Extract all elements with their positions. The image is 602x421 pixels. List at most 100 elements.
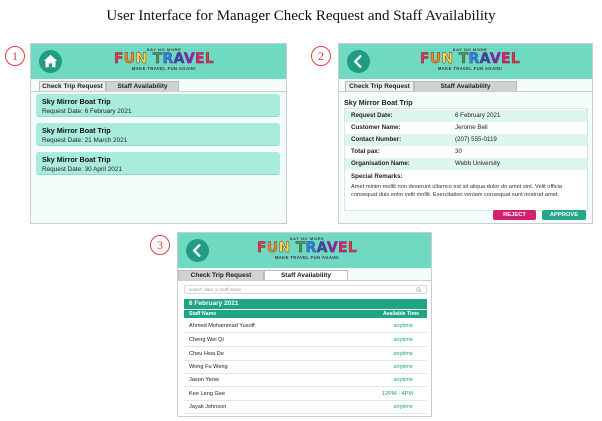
logo-letter: N	[441, 51, 454, 67]
request-card[interactable]: Sky Mirror Boat Trip Request Date: 21 Ma…	[36, 123, 280, 146]
logo-letter: L	[510, 51, 521, 67]
table-row[interactable]: Wong Fu Weng anytime	[184, 361, 427, 374]
column-header-available-time: Available Time	[382, 311, 419, 317]
available-time: 12PM - 4PM	[381, 391, 413, 397]
tab-divider	[339, 91, 592, 92]
detail-value: Jerome Bell	[455, 124, 488, 131]
logo-letter: U	[266, 240, 279, 256]
fun-travel-logo: SAY NO MORE FUN TRAVEL MAKE TRAVEL FUN A…	[415, 47, 525, 71]
request-card[interactable]: Sky Mirror Boat Trip Request Date: 30 Ap…	[36, 152, 280, 175]
detail-row: Contact Number: (207) 555-0119	[345, 134, 587, 146]
screen-number-marker: 3	[150, 235, 170, 255]
logo-wordmark: FUN TRAVEL	[415, 52, 525, 66]
document-title: User Interface for Manager Check Request…	[106, 8, 496, 24]
available-time: anytime	[393, 404, 413, 410]
special-remarks-text: Amet minim mollit non deserunt ullamco e…	[351, 184, 563, 198]
logo-letter: R	[162, 51, 174, 67]
request-card[interactable]: Sky Mirror Boat Trip Request Date: 6 Feb…	[36, 94, 280, 117]
table-header: Staff Name Available Time	[184, 310, 427, 318]
available-time: anytime	[393, 377, 413, 383]
staff-name: Cheu Hwa De	[189, 351, 224, 357]
logo-letter: L	[347, 240, 358, 256]
detail-label: Total pax:	[351, 148, 380, 155]
column-header-staff-name: Staff Name	[189, 311, 217, 317]
tab-divider	[31, 91, 286, 92]
reject-button[interactable]: REJECT	[493, 210, 536, 220]
staff-name: Wong Fu Weng	[189, 364, 228, 370]
screen-number-marker: 1	[5, 46, 25, 66]
table-row[interactable]: Ahmed Mohammad Yusoff anytime	[184, 320, 427, 333]
logo-letter: V	[489, 51, 501, 67]
logo-letter: N	[278, 240, 291, 256]
app-header: SAY NO MORE FUN TRAVEL MAKE TRAVEL FUN A…	[178, 233, 431, 268]
logo-letter: U	[123, 51, 136, 67]
detail-value: (207) 555-0119	[455, 136, 497, 143]
detail-row: Customer Name: Jerome Bell	[345, 122, 587, 134]
home-button[interactable]	[39, 50, 62, 73]
staff-name: Jayati Johnson	[189, 404, 227, 410]
logo-letter: F	[256, 240, 267, 256]
screen-3-staff-availability: SAY NO MORE FUN TRAVEL MAKE TRAVEL FUN A…	[177, 232, 432, 417]
request-title: Sky Mirror Boat Trip	[42, 97, 111, 106]
detail-row: Total pax: 30	[345, 146, 587, 158]
request-title: Sky Mirror Boat Trip	[42, 126, 111, 135]
screen-1-check-trip-list: SAY NO MORE FUN TRAVEL MAKE TRAVEL FUN A…	[30, 43, 287, 224]
logo-letter: E	[500, 51, 511, 67]
table-row[interactable]: Kee Leng Gee 12PM - 4PM	[184, 388, 427, 401]
logo-letter: E	[337, 240, 348, 256]
request-date: Request Date: 21 March 2021	[42, 137, 128, 144]
app-header: SAY NO MORE FUN TRAVEL MAKE TRAVEL FUN A…	[31, 44, 286, 79]
logo-letter: F	[419, 51, 430, 67]
request-title: Sky Mirror Boat Trip	[42, 155, 111, 164]
available-time: anytime	[393, 337, 413, 343]
trip-title: Sky Mirror Boat Trip	[344, 98, 413, 107]
logo-letter: A	[479, 51, 490, 67]
back-arrow-icon	[353, 55, 362, 68]
app-header: SAY NO MORE FUN TRAVEL MAKE TRAVEL FUN A…	[339, 44, 592, 79]
fun-travel-logo: SAY NO MORE FUN TRAVEL MAKE TRAVEL FUN A…	[252, 236, 362, 260]
logo-letter: A	[316, 240, 327, 256]
detail-label: Contact Number:	[351, 136, 402, 143]
available-time: anytime	[393, 364, 413, 370]
screen-2-trip-request-detail: SAY NO MORE FUN TRAVEL MAKE TRAVEL FUN A…	[338, 43, 593, 224]
detail-row: Organisation Name: Webb University	[345, 158, 587, 170]
approve-button[interactable]: APPROVE	[542, 210, 586, 220]
logo-letter: T	[458, 51, 469, 67]
detail-value: 30	[455, 148, 462, 155]
logo-letter: F	[113, 51, 124, 67]
logo-letter: L	[204, 51, 215, 67]
search-input[interactable]: search date or staff name	[184, 285, 427, 294]
staff-name: Jason Yeow	[189, 377, 219, 383]
detail-row: Request Date: 6 February 2021	[345, 110, 587, 122]
table-row[interactable]: Cheng Wei Qi anytime	[184, 334, 427, 347]
search-placeholder: search date or staff name	[189, 287, 242, 292]
back-arrow-icon	[192, 244, 201, 257]
detail-value: Webb University	[455, 160, 500, 167]
logo-letter: T	[295, 240, 306, 256]
table-row[interactable]: Cheu Hwa De anytime	[184, 348, 427, 361]
table-row[interactable]: Jayati Johnson anytime	[184, 401, 427, 414]
special-remarks-label: Special Remarks:	[351, 173, 403, 180]
screen-number-marker: 2	[311, 46, 331, 66]
logo-letter: U	[429, 51, 442, 67]
home-icon	[43, 54, 58, 68]
logo-letter: A	[173, 51, 184, 67]
staff-name: Kee Leng Gee	[189, 391, 226, 397]
detail-label: Request Date:	[351, 112, 393, 119]
back-button[interactable]	[186, 239, 209, 262]
request-date: Request Date: 30 April 2021	[42, 166, 122, 173]
logo-letter: R	[305, 240, 317, 256]
logo-letter: R	[468, 51, 480, 67]
logo-wordmark: FUN TRAVEL	[252, 241, 362, 255]
detail-label: Customer Name:	[351, 124, 401, 131]
available-time: anytime	[393, 351, 413, 357]
search-icon	[416, 287, 422, 293]
fun-travel-logo: SAY NO MORE FUN TRAVEL MAKE TRAVEL FUN A…	[109, 47, 219, 71]
back-button[interactable]	[347, 50, 370, 73]
logo-letter: V	[183, 51, 195, 67]
table-row[interactable]: Jason Yeow anytime	[184, 374, 427, 387]
request-date: Request Date: 6 February 2021	[42, 108, 132, 115]
logo-letter: N	[135, 51, 148, 67]
staff-name: Ahmed Mohammad Yusoff	[189, 323, 255, 329]
request-detail-panel: Request Date: 6 February 2021 Customer N…	[344, 108, 588, 211]
